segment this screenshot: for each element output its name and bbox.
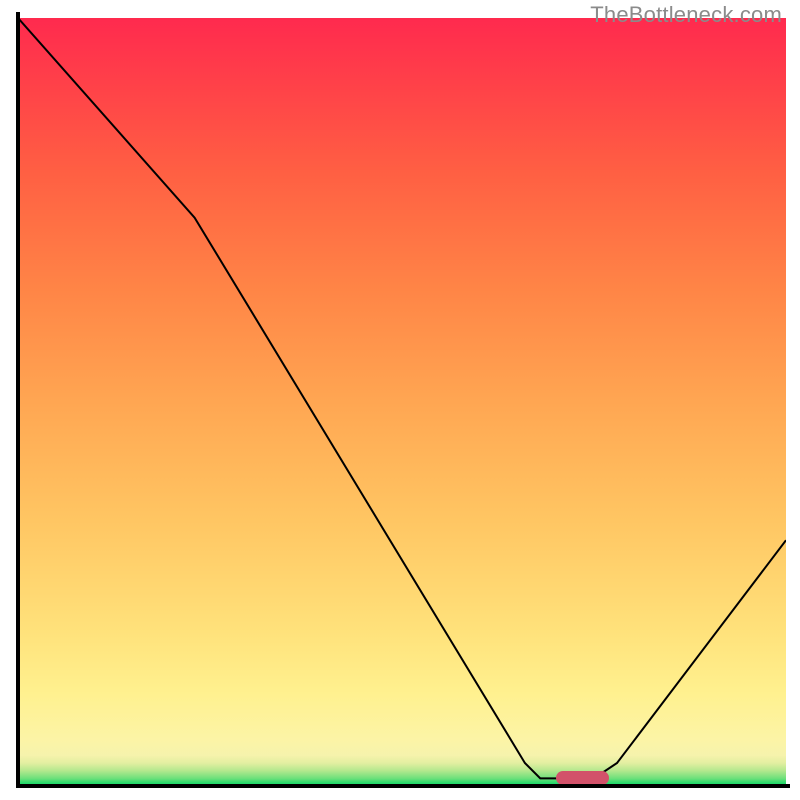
watermark-text: TheBottleneck.com: [590, 2, 782, 28]
bottleneck-curve: [18, 18, 786, 778]
highlight-marker: [556, 771, 610, 785]
curve-layer: [18, 18, 786, 786]
chart-frame: TheBottleneck.com: [0, 0, 800, 800]
plot-area: [18, 18, 786, 786]
